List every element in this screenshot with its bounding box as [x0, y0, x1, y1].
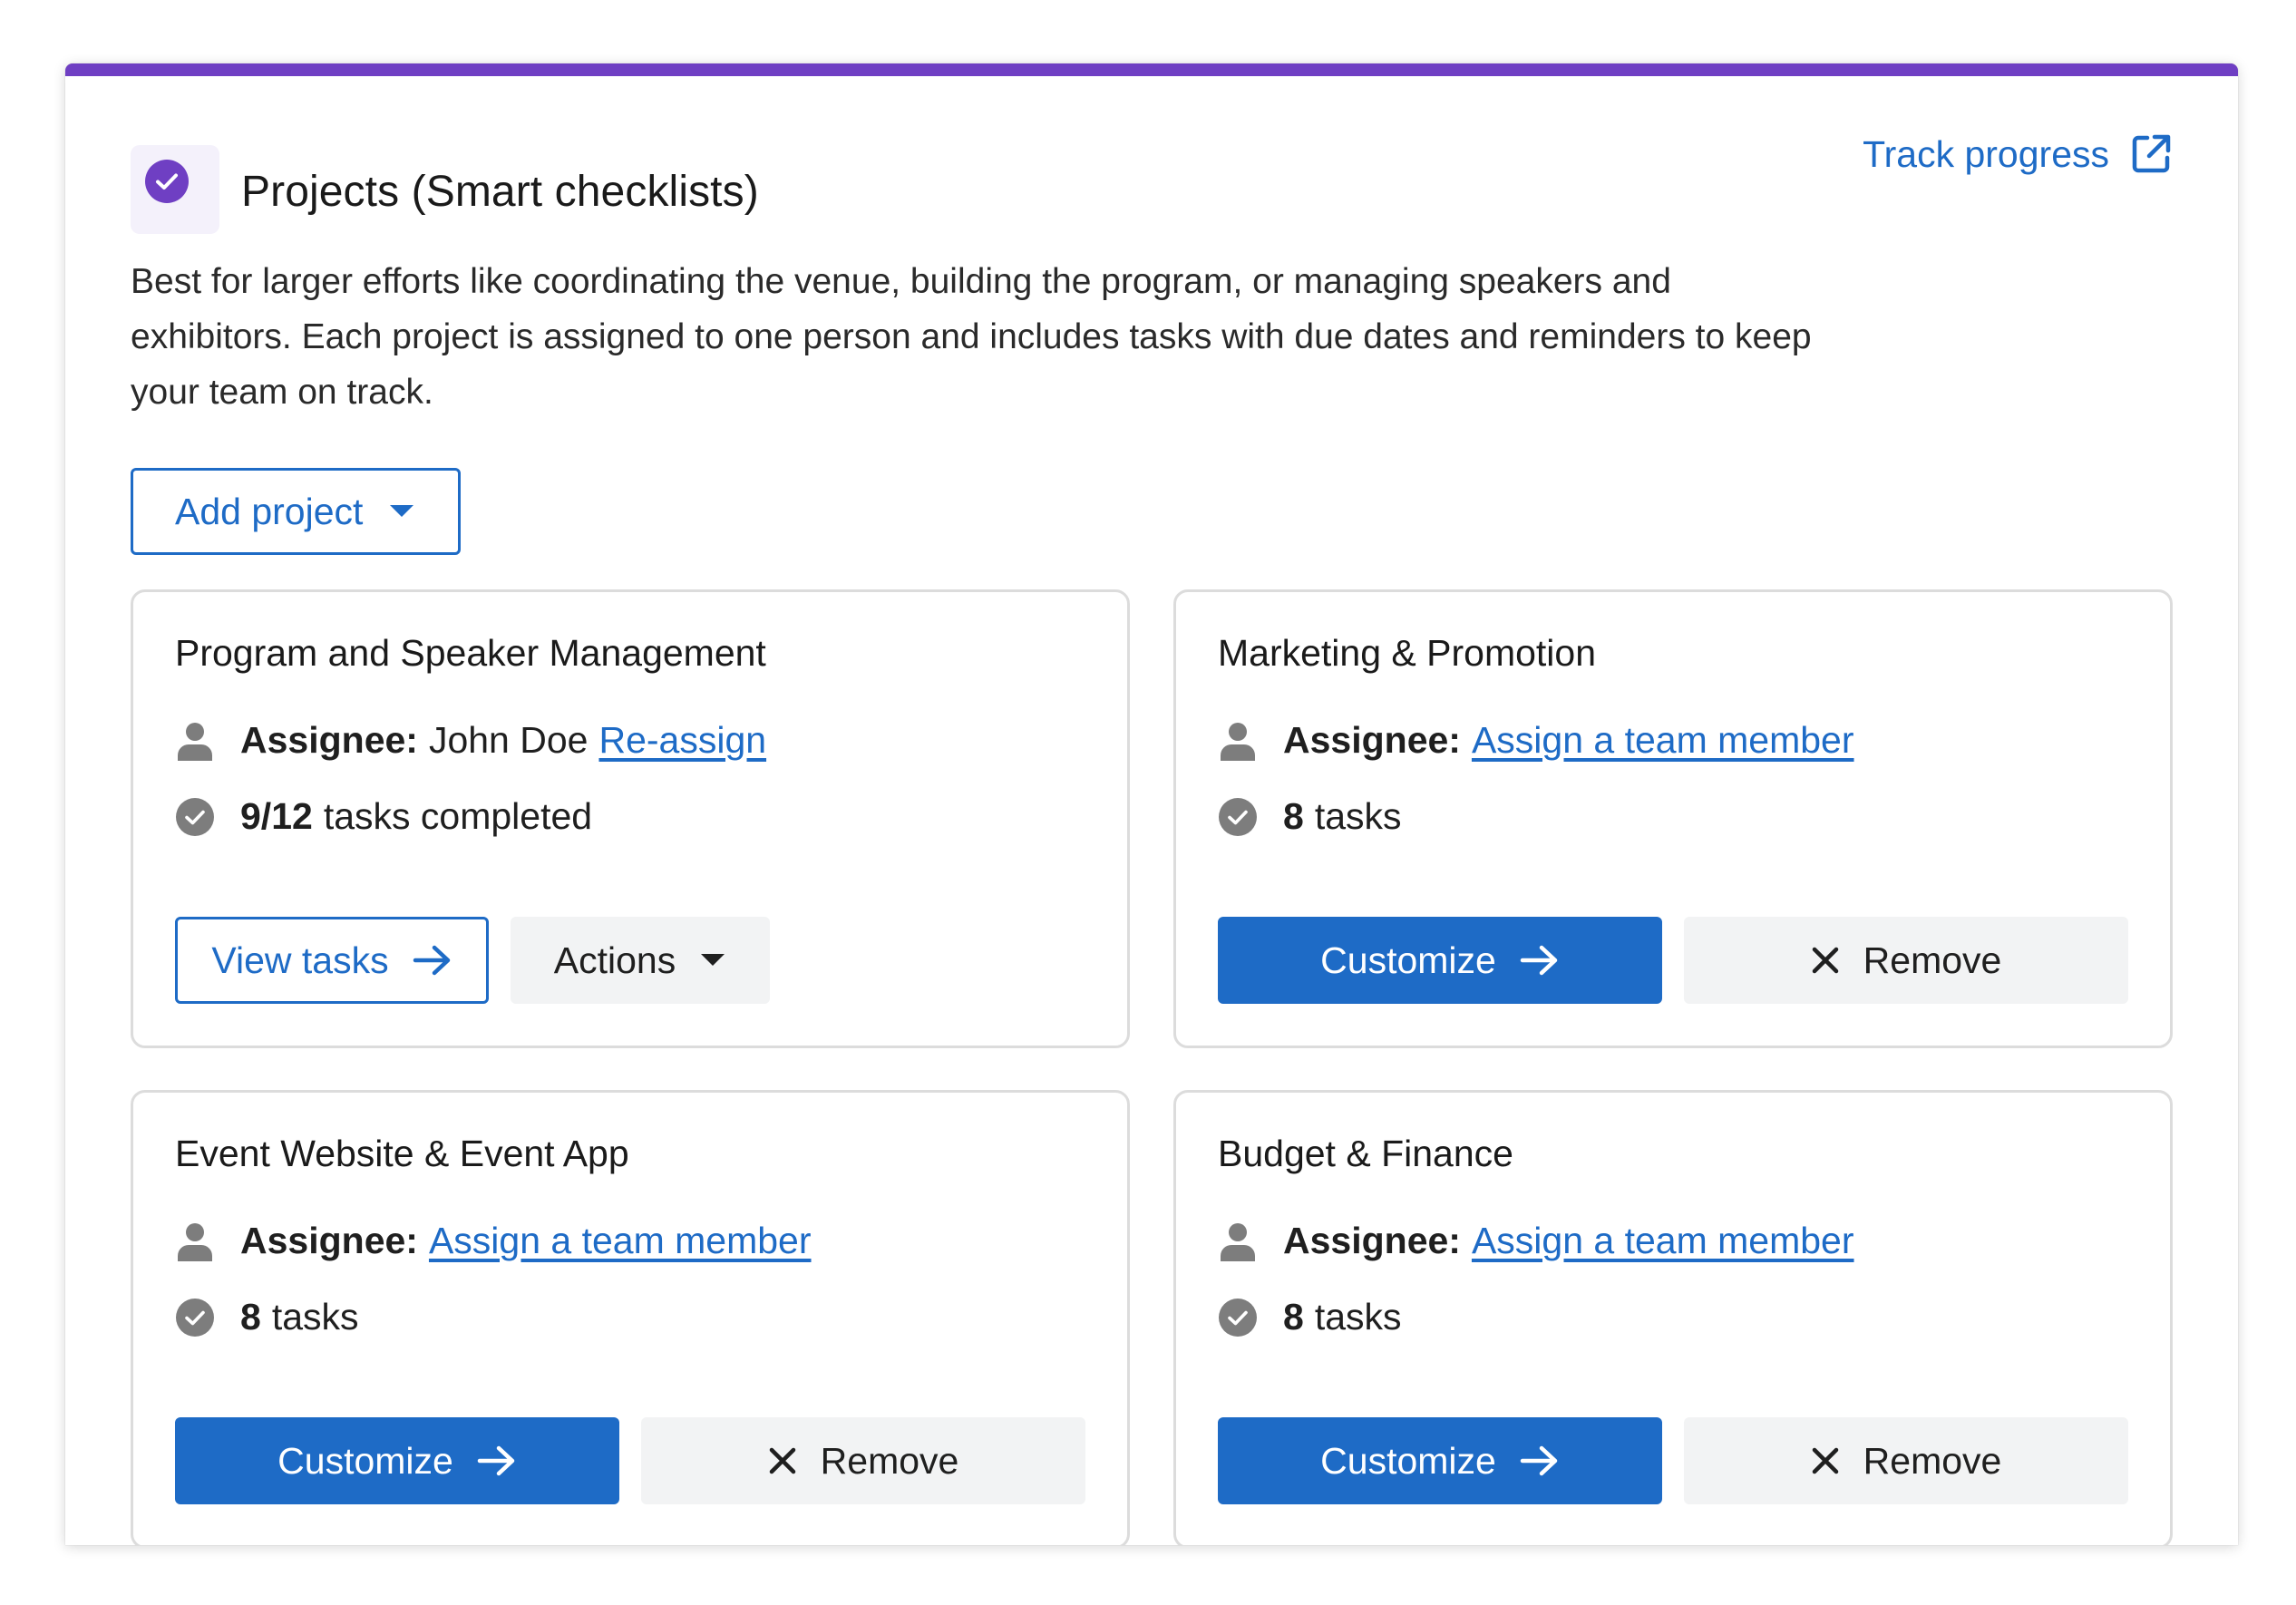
tasks-label: tasks — [271, 1296, 359, 1338]
customize-label: Customize — [277, 1439, 453, 1482]
assignee-label: Assignee: — [240, 719, 418, 761]
project-card-program: Program and Speaker Management Assignee:… — [131, 589, 1130, 1048]
card-actions: View tasks Actions — [175, 917, 770, 1004]
person-icon — [1218, 721, 1258, 761]
track-progress-link[interactable]: Track progress — [1863, 132, 2173, 176]
caret-down-icon — [390, 505, 414, 517]
panel-description: Best for larger efforts like coordinatin… — [131, 262, 1812, 412]
assignee-name: John Doe — [428, 719, 589, 761]
card-title: Program and Speaker Management — [175, 632, 766, 674]
card-title: Event Website & Event App — [175, 1133, 629, 1174]
tasks-row: 8 tasks — [1218, 795, 1402, 838]
assignee-label: Assignee: — [240, 1220, 418, 1261]
tasks-label: tasks completed — [323, 795, 593, 837]
remove-button[interactable]: Remove — [1684, 917, 2128, 1004]
customize-button[interactable]: Customize — [1218, 917, 1662, 1004]
add-project-label: Add project — [175, 490, 364, 532]
project-card-marketing: Marketing & Promotion Assignee: Assign a… — [1173, 589, 2173, 1048]
arrow-right-icon — [1520, 1445, 1558, 1476]
check-circle-icon — [145, 160, 189, 203]
panel-header: Projects (Smart checklists) — [131, 145, 759, 234]
card-title: Marketing & Promotion — [1218, 632, 1597, 674]
assignee-row: Assignee: John Doe Re-assign — [175, 719, 766, 762]
header-badge — [131, 145, 219, 234]
customize-label: Customize — [1320, 1439, 1496, 1482]
person-icon — [1218, 1221, 1258, 1261]
assignee-row: Assignee: Assign a team member — [1218, 1220, 1854, 1262]
check-circle-icon — [1218, 1298, 1258, 1338]
tasks-row: 8 tasks — [175, 1296, 359, 1338]
view-tasks-button[interactable]: View tasks — [175, 917, 489, 1004]
assignee-row: Assignee: Assign a team member — [1218, 719, 1854, 762]
remove-label: Remove — [1863, 1439, 2002, 1482]
person-icon — [175, 1221, 215, 1261]
reassign-link[interactable]: Re-assign — [598, 719, 766, 762]
person-icon — [175, 721, 215, 761]
assignee-label: Assignee: — [1283, 719, 1461, 761]
projects-panel: Projects (Smart checklists) Track progre… — [65, 63, 2238, 1545]
close-icon — [769, 1447, 795, 1474]
check-circle-icon — [175, 797, 215, 837]
assignee-row: Assignee: Assign a team member — [175, 1220, 812, 1262]
tasks-count: 8 — [1283, 1296, 1304, 1338]
assignee-label: Assignee: — [1283, 1220, 1461, 1261]
customize-button[interactable]: Customize — [175, 1417, 619, 1504]
actions-button[interactable]: Actions — [511, 917, 770, 1004]
actions-label: Actions — [553, 939, 676, 981]
tasks-row: 9/12 tasks completed — [175, 795, 592, 838]
assign-member-link[interactable]: Assign a team member — [1472, 719, 1854, 762]
caret-down-icon — [701, 954, 725, 966]
remove-button[interactable]: Remove — [1684, 1417, 2128, 1504]
tasks-count: 8 — [240, 1296, 261, 1338]
arrow-right-icon — [413, 945, 450, 976]
tasks-count: 8 — [1283, 795, 1304, 837]
assign-member-link[interactable]: Assign a team member — [429, 1220, 812, 1262]
project-card-budget: Budget & Finance Assignee: Assign a team… — [1173, 1090, 2173, 1545]
external-link-icon — [2132, 134, 2171, 173]
tasks-label: tasks — [1314, 1296, 1402, 1338]
track-progress-label: Track progress — [1863, 132, 2109, 175]
add-project-button[interactable]: Add project — [131, 468, 461, 555]
close-icon — [1812, 1447, 1838, 1474]
tasks-label: tasks — [1314, 795, 1402, 837]
customize-button[interactable]: Customize — [1218, 1417, 1662, 1504]
remove-label: Remove — [820, 1439, 959, 1482]
close-icon — [1812, 947, 1838, 974]
remove-button[interactable]: Remove — [641, 1417, 1085, 1504]
arrow-right-icon — [1520, 945, 1558, 976]
tasks-row: 8 tasks — [1218, 1296, 1402, 1338]
card-actions: Customize Remove — [175, 1417, 1085, 1504]
tasks-count: 9/12 — [240, 795, 313, 837]
project-card-website: Event Website & Event App Assignee: Assi… — [131, 1090, 1130, 1545]
assign-member-link[interactable]: Assign a team member — [1472, 1220, 1854, 1262]
check-circle-icon — [1218, 797, 1258, 837]
check-circle-icon — [175, 1298, 215, 1338]
card-actions: Customize Remove — [1218, 917, 2128, 1004]
remove-label: Remove — [1863, 939, 2002, 981]
view-tasks-label: View tasks — [211, 939, 389, 981]
page-title: Projects (Smart checklists) — [241, 167, 759, 216]
card-title: Budget & Finance — [1218, 1133, 1513, 1174]
card-actions: Customize Remove — [1218, 1417, 2128, 1504]
customize-label: Customize — [1320, 939, 1496, 981]
arrow-right-icon — [477, 1445, 515, 1476]
